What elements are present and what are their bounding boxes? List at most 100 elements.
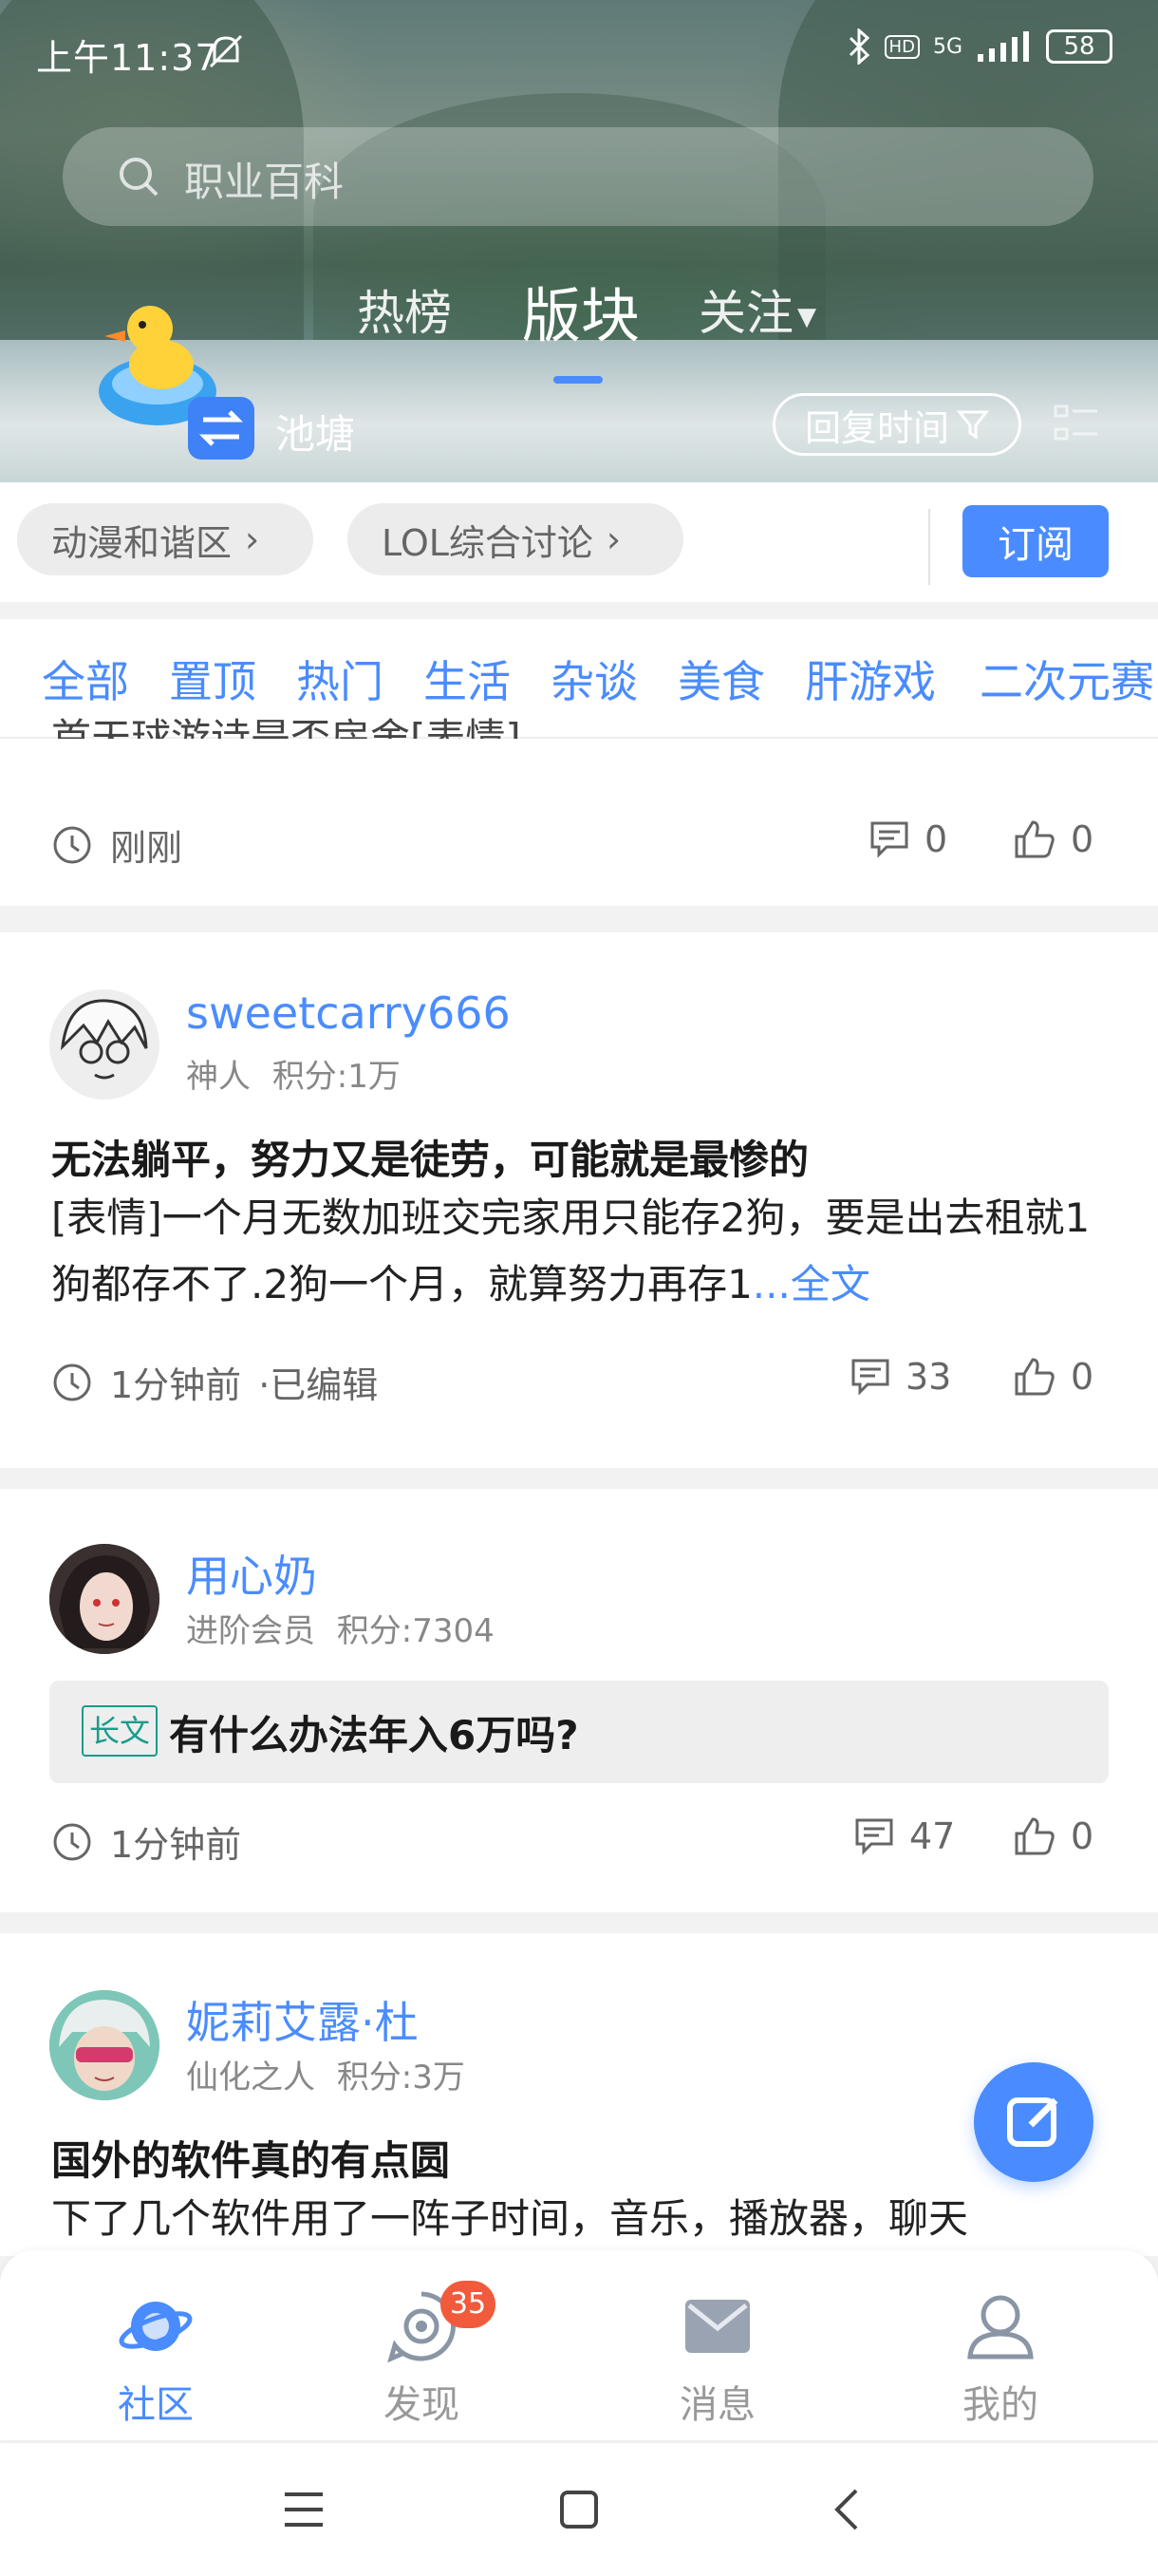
search-icon bbox=[120, 158, 159, 197]
avatar-image bbox=[49, 1544, 159, 1654]
status-bar: 上午11:37 HD 5G 58 bbox=[0, 0, 1158, 104]
nav-messages[interactable]: 消息 bbox=[623, 2269, 812, 2431]
tab-following-label: 关注 bbox=[699, 286, 794, 341]
home-icon[interactable] bbox=[551, 2481, 607, 2538]
post-meta: 1分钟前 47 0 bbox=[51, 1815, 1107, 1872]
clock-icon bbox=[53, 1823, 91, 1860]
user-meta: 仙化之人 积分:3万 bbox=[186, 2051, 465, 2097]
post-time: 1分钟前 ·已编辑 bbox=[51, 1356, 378, 1408]
like-count-value: 0 bbox=[1071, 818, 1094, 860]
post-time: 1分钟前 bbox=[51, 1815, 241, 1868]
avatar-image bbox=[49, 989, 159, 1100]
thumbs-up-icon bbox=[1015, 820, 1055, 858]
post-body: [表情]一个月无数加班交完家用只能存2狗，要是出去租就1狗都存不了.2狗一个月，… bbox=[51, 1185, 1107, 1318]
like-button[interactable]: 0 bbox=[1014, 1815, 1093, 1857]
post-time: 刚刚 bbox=[51, 818, 182, 871]
nav-community[interactable]: 社区 bbox=[61, 2269, 251, 2431]
swap-icon bbox=[198, 410, 244, 446]
battery-icon: 58 bbox=[1046, 29, 1112, 64]
comment-count-value: 0 bbox=[925, 818, 948, 860]
comment-icon bbox=[870, 821, 908, 858]
comment-icon bbox=[855, 1818, 893, 1855]
tab-indicator bbox=[553, 376, 603, 384]
post-partial-text: 首天球游诗是否房舍[表情] bbox=[51, 715, 521, 739]
hd-label: HD bbox=[884, 34, 920, 59]
status-time: 上午11:37 bbox=[36, 37, 219, 79]
long-article-preview[interactable]: 长文 有什么办法年入6万吗? bbox=[49, 1681, 1109, 1783]
edited-label: ·已编辑 bbox=[258, 1364, 379, 1406]
thumbs-up-icon bbox=[1015, 1817, 1055, 1855]
search-input[interactable]: 职业百科 bbox=[63, 127, 1093, 226]
nav-profile[interactable]: 我的 bbox=[906, 2269, 1095, 2431]
comment-count[interactable]: 0 bbox=[869, 818, 947, 860]
sort-label: 回复时间 bbox=[804, 406, 949, 449]
avatar[interactable] bbox=[49, 1544, 159, 1654]
sort-reply-time-button[interactable]: 回复时间 bbox=[773, 393, 1021, 456]
comment-count[interactable]: 33 bbox=[850, 1356, 951, 1398]
user-rank: 神人 bbox=[186, 1058, 251, 1096]
tab-boards[interactable]: 版块 bbox=[522, 268, 640, 353]
like-button[interactable]: 0 bbox=[1014, 818, 1093, 860]
avatar[interactable] bbox=[49, 1990, 159, 2100]
mail-icon bbox=[685, 2300, 750, 2353]
nav-label: 我的 bbox=[962, 2383, 1038, 2427]
chevron-right-icon: › bbox=[606, 518, 622, 560]
mute-bell-icon bbox=[209, 34, 243, 68]
planet-icon bbox=[119, 2302, 193, 2351]
board-name: 池塘 bbox=[275, 411, 356, 458]
tab-hot-list[interactable]: 热榜 bbox=[357, 275, 452, 344]
post-title: 无法躺平，努力又是徒劳，可能就是最惨的 bbox=[51, 1137, 810, 1183]
post-card[interactable]: 用心奶 进阶会员 积分:7304 长文 有什么办法年入6万吗? 1分钟前 47 bbox=[0, 1489, 1158, 1912]
network-label: 5G bbox=[932, 34, 962, 59]
tab-following[interactable]: 关注 ▼ bbox=[699, 275, 816, 344]
signal-icon bbox=[978, 31, 1029, 62]
status-icons: HD 5G 58 bbox=[847, 28, 1112, 65]
chevron-right-icon: › bbox=[245, 518, 260, 560]
user-score: 积分:3万 bbox=[336, 2059, 465, 2097]
switch-board-button[interactable] bbox=[188, 397, 254, 460]
subscribe-button[interactable]: 订阅 bbox=[962, 505, 1109, 577]
chevron-down-icon: ▼ bbox=[797, 302, 816, 331]
comment-icon bbox=[851, 1359, 889, 1396]
menu-icon[interactable] bbox=[275, 2481, 332, 2538]
forum-chip[interactable]: LOL综合讨论 › bbox=[347, 503, 683, 575]
post-title: 国外的软件真的有点圆 bbox=[51, 2137, 451, 2184]
post-card[interactable]: sweetcarry666 神人 积分:1万 无法躺平，努力又是徒劳，可能就是最… bbox=[0, 932, 1158, 1468]
system-navigation-bar bbox=[0, 2442, 1158, 2576]
forum-chip-label: LOL综合讨论 bbox=[382, 521, 593, 564]
forum-chip[interactable]: 动漫和谐区 › bbox=[17, 503, 313, 575]
nav-label: 消息 bbox=[680, 2383, 756, 2427]
post-title: 有什么办法年入6万吗? bbox=[169, 1712, 579, 1758]
like-count-value: 0 bbox=[1071, 1815, 1094, 1857]
like-count-value: 0 bbox=[1071, 1356, 1094, 1398]
compose-post-button[interactable] bbox=[974, 2062, 1093, 2182]
bottom-navigation: 社区 35 发现 消息 我的 bbox=[0, 2250, 1158, 2440]
related-forums-row: 动漫和谐区 › LOL综合讨论 › 订阅 bbox=[0, 482, 1158, 602]
avatar-image bbox=[49, 1990, 159, 2100]
user-meta: 神人 积分:1万 bbox=[186, 1050, 401, 1097]
comment-count-value: 33 bbox=[906, 1356, 952, 1398]
post-time-label: 刚刚 bbox=[110, 827, 183, 869]
user-rank: 进阶会员 bbox=[186, 1612, 315, 1650]
read-more-link[interactable]: ...全文 bbox=[753, 1261, 870, 1307]
post-meta: 1分钟前 ·已编辑 33 0 bbox=[51, 1356, 1107, 1413]
nav-discover[interactable]: 35 发现 bbox=[327, 2269, 516, 2431]
clock-icon bbox=[53, 826, 91, 863]
comment-count[interactable]: 47 bbox=[854, 1815, 955, 1857]
edit-icon bbox=[1007, 2097, 1058, 2147]
post-card[interactable]: 首天球游诗是否房舍[表情] 刚刚 0 0 bbox=[0, 715, 1158, 906]
user-score: 积分:7304 bbox=[336, 1612, 495, 1650]
long-article-tag: 长文 bbox=[82, 1705, 159, 1757]
profile-icon bbox=[967, 2295, 1034, 2360]
username[interactable]: 用心奶 bbox=[186, 1542, 317, 1605]
list-layout-icon[interactable] bbox=[1054, 403, 1099, 444]
avatar[interactable] bbox=[49, 989, 159, 1100]
username[interactable]: 妮莉艾露·杜 bbox=[186, 1988, 419, 2051]
post-body-text: [表情]一个月无数加班交完家用只能存2狗，要是出去租就1狗都存不了.2狗一个月，… bbox=[51, 1194, 1091, 1307]
nav-label: 社区 bbox=[118, 2383, 194, 2427]
back-icon[interactable] bbox=[820, 2481, 877, 2538]
divider bbox=[928, 509, 930, 585]
username[interactable]: sweetcarry666 bbox=[186, 987, 511, 1039]
post-body: 下了几个软件用了一阵子时间，音乐，播放器，聊天 bbox=[51, 2195, 969, 2242]
like-button[interactable]: 0 bbox=[1014, 1356, 1093, 1398]
